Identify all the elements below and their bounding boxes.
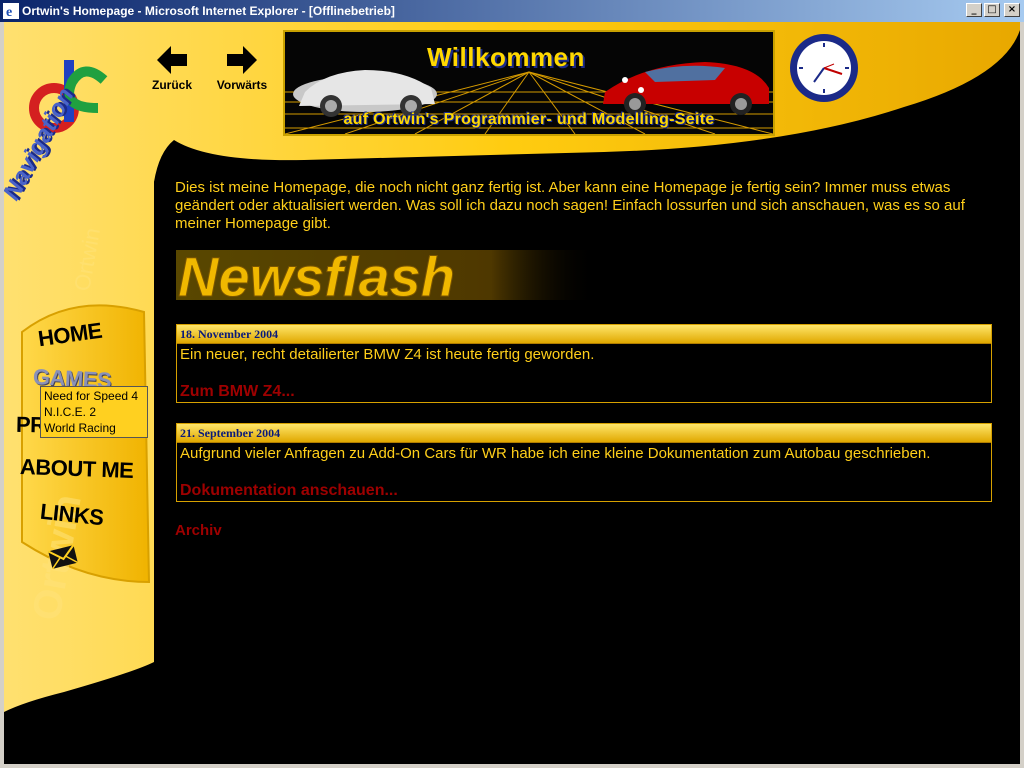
- news-link-documentation[interactable]: Dokumentation anschauen...: [180, 482, 398, 500]
- forward-button[interactable]: Vorwärts: [210, 46, 274, 92]
- window-border-right: [1020, 22, 1024, 768]
- newsflash-heading-text: Newsflash: [178, 245, 455, 308]
- clock-icon: [790, 34, 858, 102]
- back-button[interactable]: Zurück: [144, 46, 200, 92]
- news-link-bmw-z4[interactable]: Zum BMW Z4...: [180, 383, 295, 401]
- submenu-item-nfs4[interactable]: Need for Speed 4: [44, 388, 144, 404]
- minimize-icon: _: [971, 4, 977, 15]
- news-text: Ein neuer, recht detailierter BMW Z4 ist…: [180, 346, 595, 363]
- nav-about-me[interactable]: ABOUT ME: [20, 454, 134, 484]
- close-icon: ×: [1007, 4, 1017, 15]
- games-submenu: Need for Speed 4 N.I.C.E. 2 World Racing: [40, 386, 148, 438]
- title-bar[interactable]: e Ortwin's Homepage - Microsoft Internet…: [0, 0, 1024, 22]
- forward-label: Vorwärts: [216, 78, 268, 92]
- red-car-illustration: [603, 62, 769, 115]
- archive-link[interactable]: Archiv: [175, 522, 222, 539]
- banner-subtitle: auf Ortwin's Programmier- und Modelling-…: [343, 111, 715, 128]
- window-title: Ortwin's Homepage - Microsoft Internet E…: [22, 4, 395, 18]
- arrow-left-icon: [157, 46, 187, 74]
- news-date: 18. November 2004: [177, 325, 991, 344]
- submenu-item-world-racing[interactable]: World Racing: [44, 420, 144, 436]
- silver-car-illustration: [293, 70, 437, 117]
- news-item: 18. November 2004 Ein neuer, recht detai…: [176, 324, 992, 403]
- maximize-button[interactable]: □: [984, 3, 1000, 17]
- ie-icon: e: [3, 3, 19, 19]
- mail-icon[interactable]: [48, 544, 78, 570]
- newsflash-heading: Newsflash: [176, 245, 596, 309]
- close-button[interactable]: ×: [1004, 3, 1020, 17]
- welcome-banner: Willkommen auf Ortwin's Programmier- und…: [283, 30, 775, 136]
- back-label: Zurück: [151, 78, 192, 92]
- news-item: 21. September 2004 Aufgrund vieler Anfra…: [176, 423, 992, 502]
- submenu-item-nice2[interactable]: N.I.C.E. 2: [44, 404, 144, 420]
- maximize-icon: □: [987, 4, 997, 15]
- browser-window: e Ortwin's Homepage - Microsoft Internet…: [0, 0, 1024, 768]
- arrow-right-icon: [227, 46, 257, 74]
- news-text: Aufgrund vieler Anfragen zu Add-On Cars …: [180, 445, 931, 462]
- intro-text: Dies ist meine Homepage, die noch nicht …: [175, 179, 965, 232]
- page-viewport: Ortwin Ortwin Zurück Vorwärts: [4, 22, 1020, 764]
- news-date: 21. September 2004: [177, 424, 991, 443]
- svg-text:e: e: [6, 5, 12, 19]
- window-border-bottom: [0, 764, 1024, 768]
- minimize-button[interactable]: _: [966, 3, 982, 17]
- banner-title: Willkommen: [427, 42, 585, 72]
